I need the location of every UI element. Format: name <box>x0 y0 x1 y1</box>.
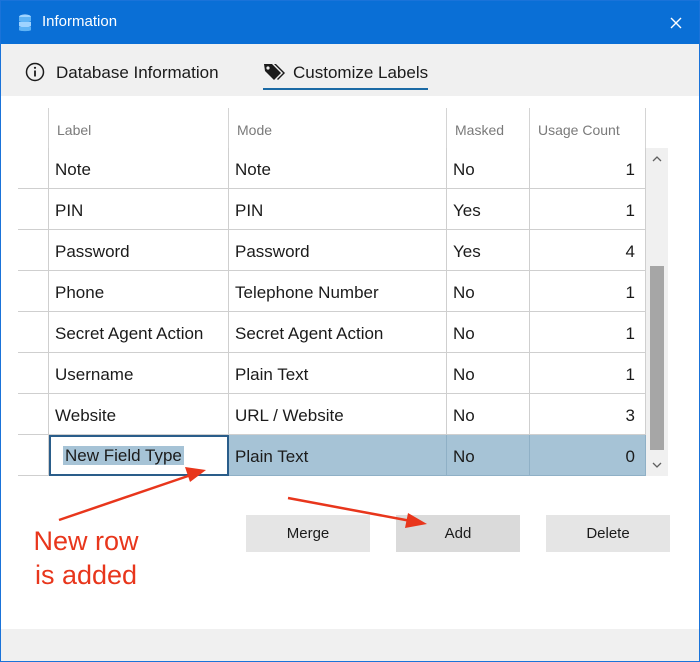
information-window: Information Database Information Customi… <box>0 0 700 662</box>
annotation-arrows <box>58 467 427 528</box>
arrow-to-add-button <box>287 496 427 528</box>
arrow-to-new-row <box>58 467 206 522</box>
